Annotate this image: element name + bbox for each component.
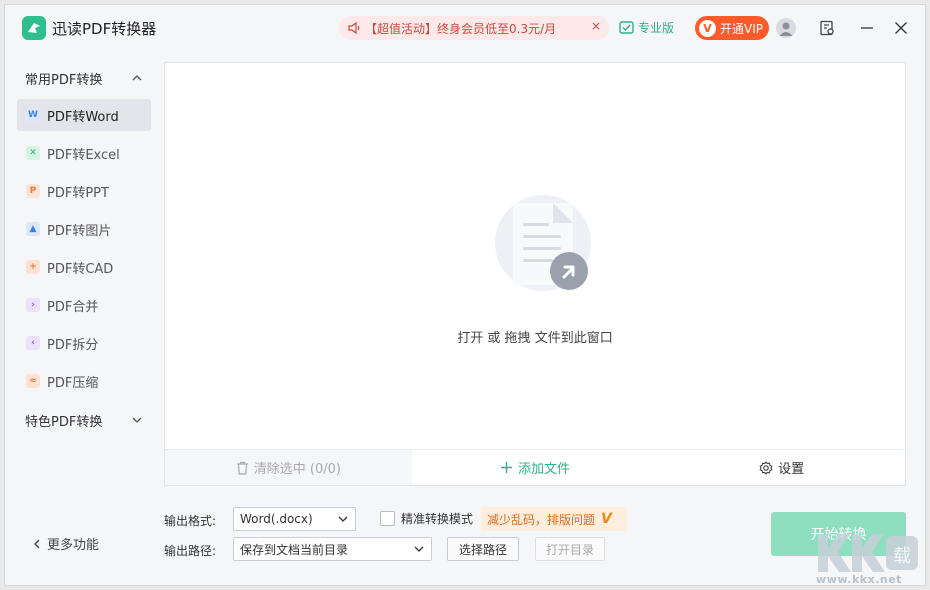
close-icon[interactable] bbox=[891, 18, 911, 38]
promo-text: 【超值活动】终身会员低至0.3元/月 bbox=[365, 21, 557, 36]
sidebar-item-label: PDF转图片 bbox=[47, 223, 112, 239]
sidebar-item-label: PDF转Word bbox=[47, 109, 119, 125]
add-file-button[interactable]: 添加文件 bbox=[412, 450, 659, 485]
merge-icon: › bbox=[26, 298, 40, 312]
open-vip-button[interactable]: V 开通VIP bbox=[695, 16, 769, 40]
group-common-title[interactable]: 常用PDF转换 bbox=[25, 69, 102, 88]
promo-banner[interactable]: 【超值活动】终身会员低至0.3元/月 × bbox=[339, 16, 609, 40]
sidebar-item-pdf-compress[interactable]: ≈ PDF压缩 bbox=[17, 365, 151, 397]
title-bar: 迅读PDF转换器 【超值活动】终身会员低至0.3元/月 × 专业版 V 开通VI… bbox=[5, 5, 925, 51]
settings-button[interactable]: 设置 bbox=[658, 450, 905, 485]
file-drop-area[interactable]: 打开 或 拖拽 文件到此窗口 清除选中 (0/0) 添加文件 设置 bbox=[164, 62, 906, 486]
image-icon: ▲ bbox=[26, 222, 40, 236]
app-logo-icon bbox=[22, 16, 46, 40]
sidebar-item-label: PDF合并 bbox=[47, 299, 99, 315]
compress-icon: ≈ bbox=[26, 374, 40, 388]
svg-text:载: 载 bbox=[893, 546, 911, 567]
open-directory-button[interactable]: 打开目录 bbox=[535, 537, 605, 561]
add-file-label: 添加文件 bbox=[518, 462, 571, 477]
trash-icon bbox=[236, 461, 248, 475]
vip-label: 开通VIP bbox=[720, 21, 763, 36]
v-mark-icon: V bbox=[601, 511, 612, 527]
sidebar-item-label: PDF转PPT bbox=[47, 185, 109, 201]
user-avatar[interactable] bbox=[776, 18, 796, 38]
more-functions-link[interactable]: 更多功能 bbox=[33, 534, 99, 553]
sidebar-item-label: PDF转Excel bbox=[47, 147, 120, 163]
sidebar-item-pdf-merge[interactable]: › PDF合并 bbox=[17, 289, 151, 321]
sidebar-item-pdf-to-image[interactable]: ▲ PDF转图片 bbox=[17, 213, 151, 245]
excel-icon: ✕ bbox=[26, 146, 40, 160]
precise-mode-checkbox[interactable] bbox=[380, 511, 395, 526]
watermark-url: www.kkx.net bbox=[816, 573, 902, 586]
output-format-label: 输出格式: bbox=[164, 514, 217, 528]
app-title: 迅读PDF转换器 bbox=[52, 20, 157, 38]
chevron-down-icon bbox=[414, 546, 424, 552]
minimize-icon[interactable] bbox=[857, 18, 877, 38]
precise-mode-hint: 减少乱码，排版问题 V bbox=[481, 507, 627, 531]
document-drop-icon bbox=[495, 195, 591, 291]
choose-path-button[interactable]: 选择路径 bbox=[447, 537, 519, 561]
drop-hint-text: 打开 或 拖拽 文件到此窗口 bbox=[457, 331, 613, 346]
output-path-select[interactable]: 保存到文档当前目录 bbox=[233, 537, 432, 561]
precise-hint-text: 减少乱码，排版问题 bbox=[487, 512, 596, 527]
word-icon: W bbox=[26, 108, 40, 122]
ppt-icon: P bbox=[26, 184, 40, 198]
output-format-select[interactable]: Word(.docx) bbox=[233, 507, 356, 531]
chevron-down-icon[interactable] bbox=[131, 414, 143, 426]
plus-icon bbox=[501, 462, 512, 473]
more-functions-label: 更多功能 bbox=[47, 538, 100, 553]
split-icon: ‹ bbox=[26, 336, 40, 350]
clear-selected-button[interactable]: 清除选中 (0/0) bbox=[165, 450, 412, 485]
settings-label: 设置 bbox=[778, 462, 805, 477]
feedback-icon[interactable] bbox=[817, 18, 837, 38]
gear-icon bbox=[759, 460, 773, 475]
sidebar-item-label: PDF压缩 bbox=[47, 375, 99, 391]
promo-close-icon[interactable]: × bbox=[591, 19, 601, 33]
speaker-icon bbox=[348, 21, 360, 35]
vip-badge-icon: V bbox=[699, 19, 716, 37]
sidebar-item-pdf-split[interactable]: ‹ PDF拆分 bbox=[17, 327, 151, 359]
precise-mode-toggle[interactable]: 精准转换模式 bbox=[380, 510, 473, 527]
sidebar-item-pdf-to-ppt[interactable]: P PDF转PPT bbox=[17, 175, 151, 207]
precise-mode-label: 精准转换模式 bbox=[401, 512, 474, 526]
chevron-left-icon bbox=[34, 539, 40, 548]
pro-edition-icon bbox=[619, 21, 634, 34]
chevron-up-icon[interactable] bbox=[131, 72, 143, 84]
group-special-title[interactable]: 特色PDF转换 bbox=[25, 411, 102, 430]
sidebar-item-label: PDF拆分 bbox=[47, 337, 99, 353]
output-format-value: Word(.docx) bbox=[240, 512, 313, 526]
app-window: 迅读PDF转换器 【超值活动】终身会员低至0.3元/月 × 专业版 V 开通VI… bbox=[4, 4, 926, 586]
pro-edition-link[interactable]: 专业版 bbox=[619, 19, 674, 36]
sidebar: 常用PDF转换 W PDF转Word ✕ PDF转Excel P PDF转PPT… bbox=[5, 61, 163, 587]
pro-edition-label: 专业版 bbox=[638, 21, 675, 35]
output-path-value: 保存到文档当前目录 bbox=[240, 542, 349, 557]
sidebar-item-pdf-to-cad[interactable]: + PDF转CAD bbox=[17, 251, 151, 283]
chevron-down-icon bbox=[338, 516, 348, 522]
output-path-label: 输出路径: bbox=[164, 544, 217, 558]
sidebar-item-pdf-to-excel[interactable]: ✕ PDF转Excel bbox=[17, 137, 151, 169]
file-action-bar: 清除选中 (0/0) 添加文件 设置 bbox=[165, 449, 905, 485]
cad-icon: + bbox=[26, 260, 40, 274]
sidebar-item-label: PDF转CAD bbox=[47, 261, 114, 277]
clear-selected-label: 清除选中 (0/0) bbox=[253, 462, 341, 477]
sidebar-item-pdf-to-word[interactable]: W PDF转Word bbox=[17, 99, 151, 131]
